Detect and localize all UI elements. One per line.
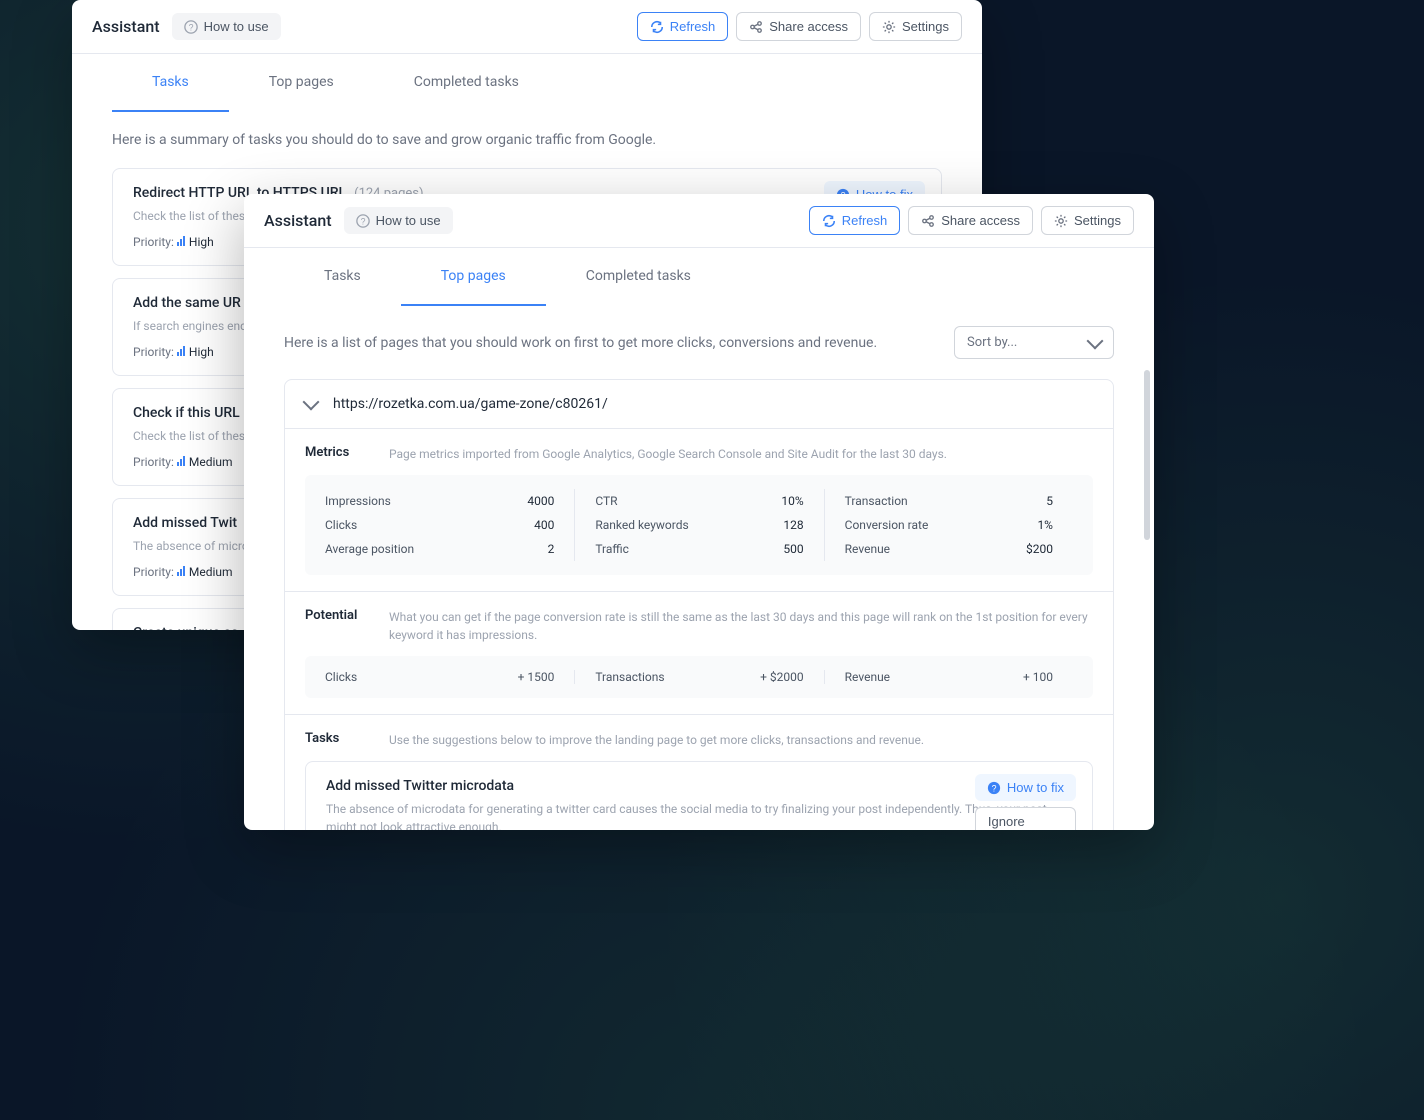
refresh-button[interactable]: Refresh [637,12,729,41]
page-card: https://rozetka.com.ua/game-zone/c80261/… [284,379,1114,830]
content: Here is a list of pages that you should … [244,306,1154,830]
tab-top-pages[interactable]: Top pages [401,248,546,306]
howto-button[interactable]: ? How to use [344,207,453,234]
howto-button[interactable]: ? How to use [172,13,281,40]
chevron-down-icon [303,394,320,411]
subtask-title: Add missed Twitter microdata [326,778,1072,794]
tab-completed[interactable]: Completed tasks [374,54,559,112]
chevron-down-icon [1087,332,1104,349]
tabs: Tasks Top pages Completed tasks [244,248,1154,306]
metrics-grid: Impressions4000 Clicks400 Average positi… [305,475,1093,575]
page-header[interactable]: https://rozetka.com.ua/game-zone/c80261/ [285,380,1113,428]
app-title: Assistant [92,17,160,36]
tab-completed[interactable]: Completed tasks [546,248,731,306]
priority-icon [177,346,185,356]
potential-grid: Clicks+ 1500 Transactions+ $2000 Revenue… [305,656,1093,698]
settings-button[interactable]: Settings [1041,206,1134,235]
assistant-panel-front: Assistant ? How to use Refresh Share acc… [244,194,1154,830]
gear-icon [1054,214,1068,228]
help-icon: ? [356,214,370,228]
tab-top-pages[interactable]: Top pages [229,54,374,112]
refresh-button[interactable]: Refresh [809,206,901,235]
page-url: https://rozetka.com.ua/game-zone/c80261/ [333,396,608,412]
tab-tasks[interactable]: Tasks [112,54,229,112]
tabs: Tasks Top pages Completed tasks [72,54,982,112]
svg-text:?: ? [991,783,996,793]
settings-button[interactable]: Settings [869,12,962,41]
header: Assistant ? How to use Refresh Share acc… [244,194,1154,248]
intro-text: Here is a summary of tasks you should do… [112,132,942,148]
sortby-select[interactable]: Sort by... [954,326,1114,359]
help-icon: ? [987,781,1001,795]
metrics-section: Metrics Page metrics imported from Googl… [285,428,1113,591]
potential-section: Potential What you can get if the page c… [285,591,1113,714]
help-icon: ? [184,20,198,34]
header: Assistant ? How to use Refresh Share acc… [72,0,982,54]
tab-tasks[interactable]: Tasks [284,248,401,306]
share-icon [921,214,935,228]
svg-text:?: ? [360,216,365,226]
tasks-section: Tasks Use the suggestions below to impro… [285,714,1113,830]
app-title: Assistant [264,211,332,230]
section-label: Tasks [305,731,365,746]
scrollbar[interactable] [1144,370,1150,540]
intro-text: Here is a list of pages that you should … [284,335,877,351]
priority-icon [177,566,185,576]
refresh-icon [650,20,664,34]
section-desc: What you can get if the page conversion … [389,608,1093,644]
share-button[interactable]: Share access [736,12,861,41]
section-label: Potential [305,608,365,623]
priority-icon [177,456,185,466]
svg-text:?: ? [188,22,193,32]
ignore-button[interactable]: Ignore [975,807,1076,830]
share-button[interactable]: Share access [908,206,1033,235]
subtask-desc: The absence of microdata for generating … [326,800,1072,830]
priority-icon [177,236,185,246]
share-icon [749,20,763,34]
section-label: Metrics [305,445,365,460]
section-desc: Use the suggestions below to improve the… [389,731,924,749]
refresh-icon [822,214,836,228]
section-desc: Page metrics imported from Google Analyt… [389,445,947,463]
subtask-card: Add missed Twitter microdata The absence… [305,761,1093,830]
howto-label: How to use [204,19,269,34]
gear-icon [882,20,896,34]
howfix-button[interactable]: ?How to fix [975,774,1076,801]
